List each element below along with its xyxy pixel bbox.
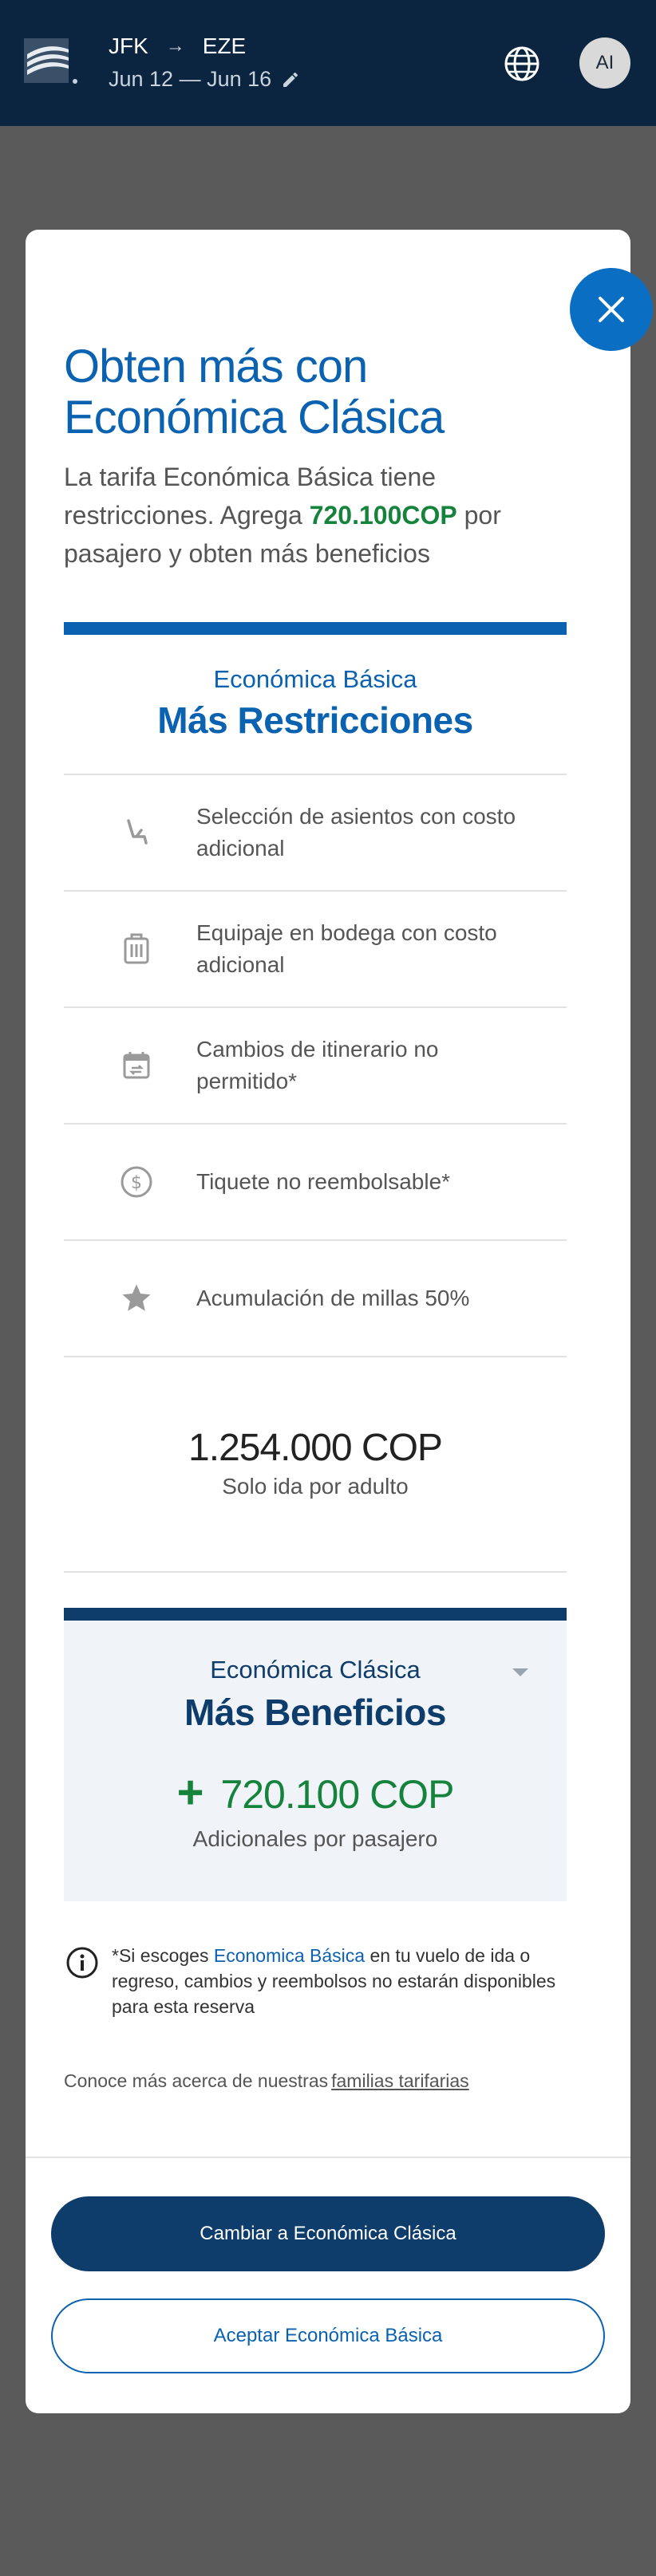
- basic-fare-accent-bar: [64, 622, 567, 635]
- svg-text:$: $: [131, 1173, 142, 1193]
- basic-fare-price: 1.254.000 COP: [188, 1427, 443, 1469]
- feature-row: Selección de asientos con costo adiciona…: [64, 774, 567, 890]
- globe-icon[interactable]: [503, 45, 541, 83]
- plus-icon: +: [176, 1767, 204, 1818]
- basic-fare-name: Económica Básica: [213, 665, 417, 693]
- accept-basic-button[interactable]: Aceptar Económica Básica: [51, 2298, 605, 2373]
- feature-text: Acumulación de millas 50%: [196, 1286, 470, 1310]
- modal-title: Obten más con Económica Clásica: [64, 341, 445, 443]
- learn-more: Conoce más acerca de nuestras familias ta…: [64, 2070, 469, 2091]
- divider: [64, 1571, 567, 1573]
- chevron-down-icon[interactable]: [511, 1667, 530, 1678]
- basic-fare-tagline: Más Restricciones: [157, 699, 473, 741]
- feature-row: $ Tiquete no reembolsable*: [64, 1123, 567, 1239]
- classic-fare-name: Económica Clásica: [210, 1656, 421, 1684]
- switch-to-classic-button[interactable]: Cambiar a Económica Clásica: [51, 2196, 605, 2271]
- classic-fare-card[interactable]: Económica Clásica Más Beneficios +720.10…: [64, 1621, 567, 1901]
- footer-divider: [26, 2157, 630, 2158]
- info-icon: [66, 1947, 98, 1979]
- feature-text: Equipaje en bodega con costo adicional: [196, 920, 497, 977]
- classic-fare-accent-bar: [64, 1608, 567, 1621]
- top-bar: JFK → EZE Jun 12 — Jun 16 AI: [0, 0, 656, 126]
- feature-text: Tiquete no reembolsable*: [196, 1169, 451, 1194]
- feature-text: Cambios de itinerario no permitido*: [196, 1037, 439, 1093]
- destination-code: EZE: [202, 33, 247, 58]
- modal-subtitle: La tarifa Económica Básica tiene restric…: [64, 463, 501, 568]
- seat-icon: [118, 814, 155, 851]
- dollar-circle-icon: $: [118, 1164, 155, 1200]
- fare-families-link[interactable]: familias tarifarias: [331, 2070, 469, 2091]
- classic-fare-tagline: Más Beneficios: [184, 1692, 446, 1733]
- close-button[interactable]: [570, 268, 653, 351]
- fare-notice: *Si escoges Economica Básica en tu vuelo…: [112, 1945, 556, 2017]
- divider: [64, 1356, 567, 1357]
- basic-fare-price-note: Solo ida por adulto: [222, 1474, 409, 1499]
- close-icon: [599, 297, 624, 322]
- luggage-icon: [118, 931, 155, 967]
- origin-code: JFK: [109, 33, 148, 58]
- trip-dates[interactable]: Jun 12 — Jun 16: [109, 67, 300, 92]
- user-avatar[interactable]: AI: [579, 37, 630, 89]
- basic-fare-link[interactable]: Economica Básica: [214, 1945, 365, 1966]
- feature-row: Acumulación de millas 50%: [64, 1239, 567, 1356]
- classic-extra-note: Adicionales por pasajero: [192, 1826, 438, 1851]
- upgrade-amount: 720.100COP: [309, 501, 457, 530]
- feature-text: Selección de asientos con costo adiciona…: [196, 804, 516, 861]
- star-icon: [118, 1280, 155, 1317]
- pencil-icon[interactable]: [281, 70, 300, 89]
- airline-logo[interactable]: [24, 38, 81, 86]
- fare-upgrade-modal: Obten más con Económica Clásica La tarif…: [26, 230, 630, 2413]
- calendar-change-icon: [118, 1047, 155, 1084]
- feature-row: Cambios de itinerario no permitido*: [64, 1006, 567, 1123]
- flight-route[interactable]: JFK → EZE: [109, 33, 246, 59]
- dates-label: Jun 12 — Jun 16: [109, 67, 272, 91]
- classic-extra-price: +720.100 COP: [176, 1767, 455, 1818]
- feature-row: Equipaje en bodega con costo adicional: [64, 890, 567, 1006]
- arrow-right-icon: →: [165, 35, 185, 57]
